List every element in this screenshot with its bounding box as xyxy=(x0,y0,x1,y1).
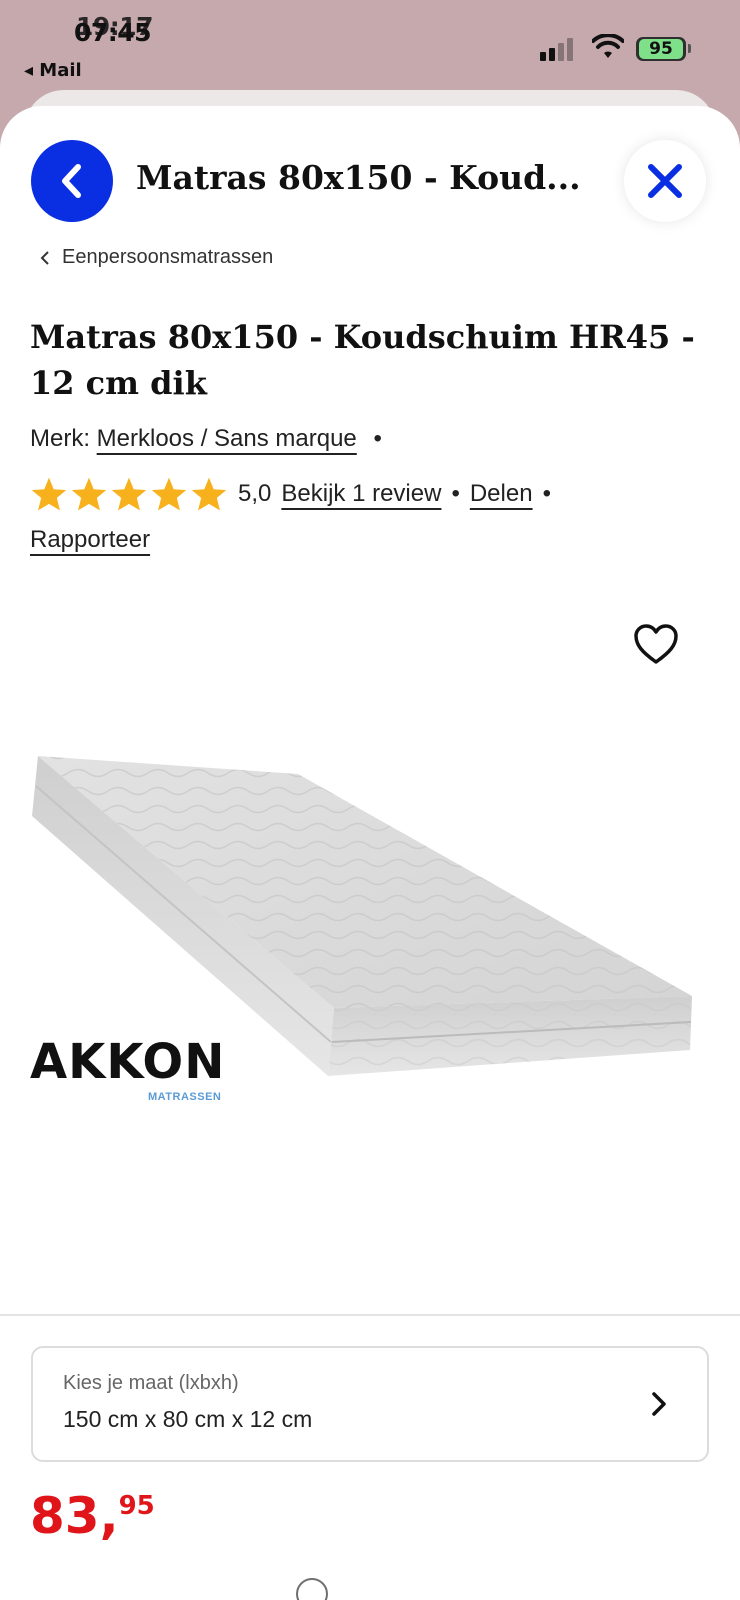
chevron-left-icon xyxy=(40,250,49,265)
close-icon xyxy=(648,164,682,198)
size-selector-value: 150 cm x 80 cm x 12 cm xyxy=(63,1406,313,1432)
price: 83, 95 xyxy=(30,1486,155,1546)
size-selector[interactable]: Kies je maat (lxbxh) 150 cm x 80 cm x 12… xyxy=(31,1346,709,1462)
brand-row: Merk: Merkloos / Sans marque • xyxy=(30,422,392,456)
rating-row: 5,0 Bekijk 1 review • Delen • xyxy=(30,474,561,514)
price-main: 83, xyxy=(30,1487,119,1545)
info-icon xyxy=(296,1578,328,1600)
separator-dot: • xyxy=(373,425,382,452)
signal-icon xyxy=(540,37,576,61)
status-time-overlay: 19:17 xyxy=(76,12,154,41)
brand-link[interactable]: Merkloos / Sans marque xyxy=(97,425,357,452)
review-link[interactable]: Bekijk 1 review xyxy=(281,480,441,508)
wifi-icon xyxy=(592,34,624,58)
breadcrumb-label: Eenpersoonsmatrassen xyxy=(62,246,274,268)
back-button[interactable] xyxy=(31,140,113,222)
breadcrumb[interactable]: Eenpersoonsmatrassen xyxy=(40,246,273,269)
brand-logo-sub: MATRASSEN xyxy=(148,1091,222,1103)
divider xyxy=(0,1314,740,1316)
brand-prefix: Merk: xyxy=(30,425,90,452)
star-icon xyxy=(151,477,187,511)
star-rating xyxy=(30,476,228,512)
battery-icon: 95 xyxy=(636,37,686,61)
star-icon xyxy=(111,477,147,511)
battery-level: 95 xyxy=(639,39,683,59)
star-icon xyxy=(191,477,227,511)
separator-dot: • xyxy=(542,480,551,507)
share-link[interactable]: Delen xyxy=(470,480,533,508)
star-icon xyxy=(31,477,67,511)
product-image[interactable] xyxy=(28,746,718,1216)
battery-cap xyxy=(688,44,691,53)
back-to-mail-link[interactable]: ◂ Mail xyxy=(24,60,82,81)
chevron-right-icon xyxy=(652,1392,666,1416)
star-icon xyxy=(71,477,107,511)
brand-logo: AKKON xyxy=(30,1034,226,1090)
size-selector-label: Kies je maat (lxbxh) xyxy=(63,1372,239,1394)
close-button[interactable] xyxy=(624,140,706,222)
header-title: Matras 80x150 - Koud... xyxy=(136,158,581,197)
rating-value: 5,0 xyxy=(238,480,272,507)
product-title: Matras 80x150 - Koudschuim HR45 - 12 cm … xyxy=(30,318,695,402)
heart-icon[interactable] xyxy=(632,622,680,666)
separator-dot: • xyxy=(451,480,460,507)
status-bar: 07:45 19:17 ◂ Mail 95 xyxy=(0,0,740,90)
price-cents: 95 xyxy=(118,1491,155,1521)
sheet-header: Matras 80x150 - Koud... xyxy=(0,106,740,256)
back-chevron-icon xyxy=(62,164,81,198)
report-link[interactable]: Rapporteer xyxy=(30,526,150,554)
product-sheet: Matras 80x150 - Koud... Eenpersoonsmatra… xyxy=(0,106,740,1600)
